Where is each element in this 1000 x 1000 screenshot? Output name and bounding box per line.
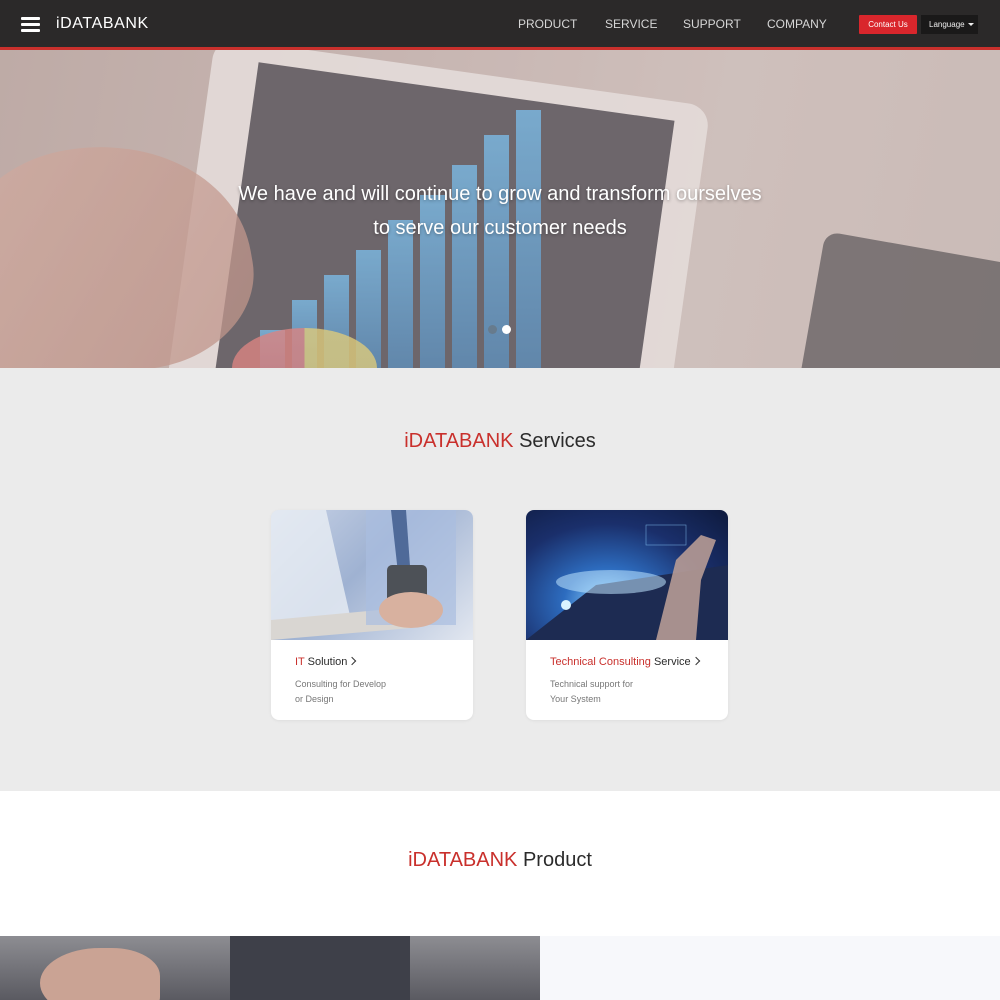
site-header: iDATABANK PRODUCT SERVICE SUPPORT COMPAN… xyxy=(0,0,1000,50)
chevron-right-icon xyxy=(348,656,357,666)
service-card-it-solution[interactable]: IT Solution Consulting for Develop or De… xyxy=(271,510,473,720)
nav-service[interactable]: SERVICE xyxy=(605,17,657,31)
hero-line-1: We have and will continue to grow and tr… xyxy=(238,183,762,205)
service-card-description: Technical support for Your System xyxy=(550,679,634,704)
nav-company[interactable]: COMPANY xyxy=(767,17,827,31)
slider-dot-2[interactable] xyxy=(502,325,511,334)
service-card-title: IT Solution xyxy=(295,656,357,668)
services-title: iDATABANK Services xyxy=(404,430,596,452)
product-section: iDATABANK Product xyxy=(0,791,1000,1000)
services-section: iDATABANK Services IT Solution Consultin… xyxy=(0,368,1000,791)
language-label: Language xyxy=(929,20,965,29)
nav-product[interactable]: PRODUCT xyxy=(518,17,577,31)
product-title: iDATABANK Product xyxy=(408,849,592,871)
chevron-right-icon xyxy=(691,656,700,666)
contact-us-button[interactable]: Contact Us xyxy=(859,15,917,34)
slider-dot-1[interactable] xyxy=(488,325,497,334)
hamburger-menu-icon[interactable] xyxy=(21,17,40,32)
service-card-description: Consulting for Develop or Design xyxy=(295,679,387,704)
service-card-title: Technical Consulting Service xyxy=(550,656,700,668)
language-dropdown[interactable]: Language xyxy=(921,15,978,34)
it-solution-image xyxy=(271,510,473,640)
site-logo[interactable]: iDATABANK xyxy=(56,15,149,33)
hero-headline: We have and will continue to grow and tr… xyxy=(0,177,1000,245)
nav-support[interactable]: SUPPORT xyxy=(683,17,741,31)
hero-banner: We have and will continue to grow and tr… xyxy=(0,50,1000,368)
service-card-technical-consulting[interactable]: Technical Consulting Service Technical s… xyxy=(526,510,728,720)
product-feature-panel xyxy=(540,936,1000,1000)
caret-down-icon xyxy=(967,23,974,27)
technical-consulting-image xyxy=(526,510,728,640)
hero-line-2: to serve our customer needs xyxy=(373,217,627,239)
product-feature-image xyxy=(0,936,540,1000)
